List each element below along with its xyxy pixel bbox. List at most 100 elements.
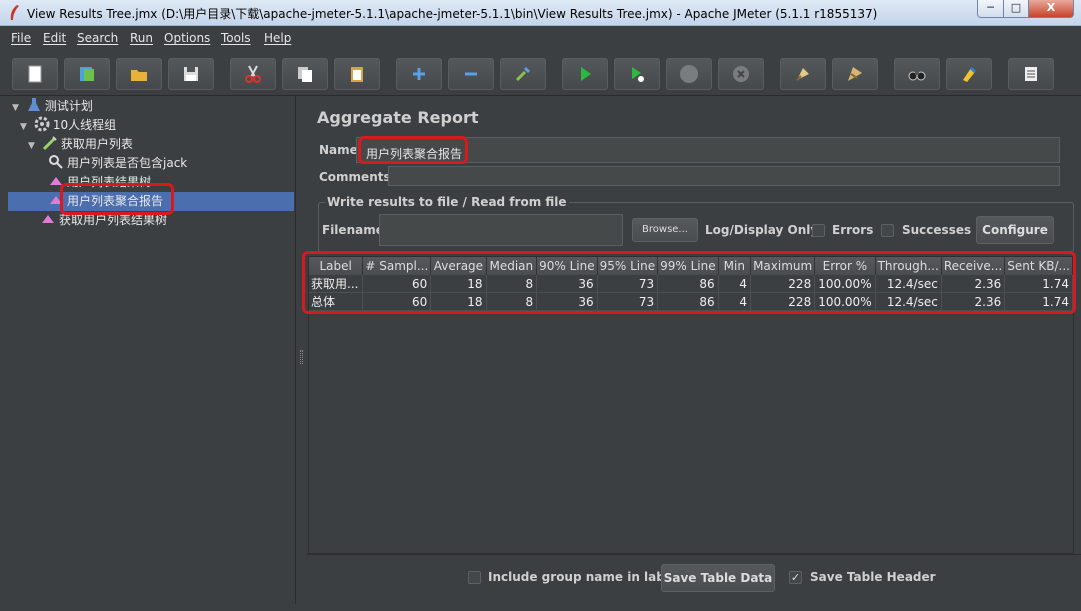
col-header-samples[interactable]: # Sampl... [362,257,432,275]
thread-group-icon [34,116,50,132]
comments-field[interactable] [388,166,1060,186]
test-plan-tree: ▼ 测试计划 ▼ 10人线程组 ▼ 获取用户列表 用户列表是否包含jack 用户… [0,96,296,604]
collapse-all-button[interactable] [448,58,494,90]
filename-input[interactable] [379,214,623,246]
cell-average: 18 [430,275,487,293]
col-header-label[interactable]: Label [309,257,364,275]
listener-icon [50,196,62,204]
copy-icon [298,67,312,82]
reset-search-button[interactable] [946,58,992,90]
name-value: 用户列表聚合报告 [366,147,463,161]
maximize-button[interactable]: □ [1003,0,1029,18]
cut-icon [245,65,261,83]
include-group-checkbox[interactable] [468,571,481,584]
tree-item-assertion[interactable]: 用户列表是否包含jack [48,154,187,173]
menu-help[interactable]: Help [264,31,291,45]
stop-button[interactable] [666,58,712,90]
log-display-only-label: Log/Display Only: [705,223,823,237]
errors-checkbox[interactable] [812,224,825,237]
save-icon [184,67,198,81]
col-header-median[interactable]: Median [486,257,538,275]
cut-button[interactable] [230,58,276,90]
cell-99-line: 86 [657,292,719,311]
col-header-sent[interactable]: Sent KB/... [1004,257,1073,275]
save-table-header-checkbox[interactable]: ✓ [789,571,802,584]
start-button[interactable] [562,58,608,90]
clear-button[interactable] [780,58,826,90]
table-row[interactable]: 总体 60 18 8 36 73 86 4 228 100.00% 12.4/s… [309,292,1073,311]
tree-item-test-plan[interactable]: ▼ 测试计划 [12,97,93,116]
jmeter-feather-icon [10,5,19,20]
listener-icon [42,215,54,223]
clear-all-button[interactable] [832,58,878,90]
col-header-min[interactable]: Min [718,257,752,275]
tree-item-thread-group[interactable]: ▼ 10人线程组 [20,116,116,135]
browse-button[interactable]: Browse... [632,218,698,242]
tree-item-aggregate-report[interactable]: 用户列表聚合报告 [48,192,163,211]
save-table-data-button[interactable]: Save Table Data [661,564,775,592]
col-header-95-line[interactable]: 95% Line [597,257,659,275]
tree-item-user-list-results-tree[interactable]: 获取用户列表结果树 [40,211,167,230]
tree-item-label: 用户列表是否包含jack [67,156,188,170]
cell-received: 2.36 [941,292,1006,311]
tree-item-label: 获取用户列表 [60,137,133,151]
start-no-pauses-button[interactable] [614,58,660,90]
log-viewer-button[interactable] [1008,58,1054,90]
tree-item-label: 用户列表聚合报告 [67,194,164,208]
save-button[interactable] [168,58,214,90]
cell-95-line: 73 [597,292,659,311]
expand-all-button[interactable] [396,58,442,90]
toggle-button[interactable] [500,58,546,90]
cell-min: 4 [718,275,752,293]
tree-expanded-icon[interactable]: ▼ [28,137,38,156]
col-header-maximum[interactable]: Maximum [750,257,816,275]
menu-edit[interactable]: Edit [43,31,66,45]
col-header-received[interactable]: Receive... [941,257,1006,275]
col-header-error[interactable]: Error % [814,257,876,275]
table-row[interactable]: 获取用... 60 18 8 36 73 86 4 228 100.00% 12… [309,275,1073,293]
start-icon [581,67,591,81]
tree-item-label: 用户列表结果树 [67,175,152,189]
window-title-bar: View Results Tree.jmx (D:\用户目录\下载\apache… [0,0,1081,26]
col-header-throughput[interactable]: Through... [875,257,942,275]
cell-label: 获取用... [309,275,364,293]
menu-tools[interactable]: Tools [221,31,251,45]
split-pane-divider[interactable] [297,96,306,604]
col-header-average[interactable]: Average [430,257,487,275]
clear-icon [796,68,809,81]
toggle-icon [515,66,531,82]
tree-item-label: 10人线程组 [52,118,117,132]
tree-item-results-tree[interactable]: 用户列表结果树 [48,173,151,192]
configure-button[interactable]: Configure [976,216,1054,244]
close-button[interactable]: X [1028,0,1074,18]
menu-options[interactable]: Options [164,31,210,45]
templates-button[interactable] [64,58,110,90]
cell-sent: 1.74 [1004,292,1073,311]
comments-label: Comments: [319,170,396,184]
collapse-icon [465,72,477,76]
minimize-button[interactable]: ─ [977,0,1004,18]
tree-item-sampler[interactable]: ▼ 获取用户列表 [28,135,133,154]
cell-min: 4 [718,292,752,311]
tree-item-label: 获取用户列表结果树 [59,213,168,227]
search-button[interactable] [894,58,940,90]
col-header-90-line[interactable]: 90% Line [536,257,598,275]
cell-median: 8 [486,292,538,311]
save-table-header-label: Save Table Header [810,570,936,584]
clear-all-icon [848,67,862,81]
shutdown-button[interactable] [718,58,764,90]
cell-error: 100.00% [814,292,876,311]
copy-button[interactable] [282,58,328,90]
new-button[interactable] [12,58,58,90]
col-header-99-line[interactable]: 99% Line [657,257,719,275]
menu-search[interactable]: Search [77,31,118,45]
results-table: Label # Sampl... Average Median 90% Line… [309,257,1073,311]
successes-label: Successes [902,223,972,237]
menu-file[interactable]: File [11,31,31,45]
successes-checkbox[interactable] [881,224,894,237]
assertion-icon [49,155,63,169]
paste-button[interactable] [334,58,380,90]
cell-90-line: 36 [536,275,598,293]
open-button[interactable] [116,58,162,90]
menu-run[interactable]: Run [130,31,153,45]
